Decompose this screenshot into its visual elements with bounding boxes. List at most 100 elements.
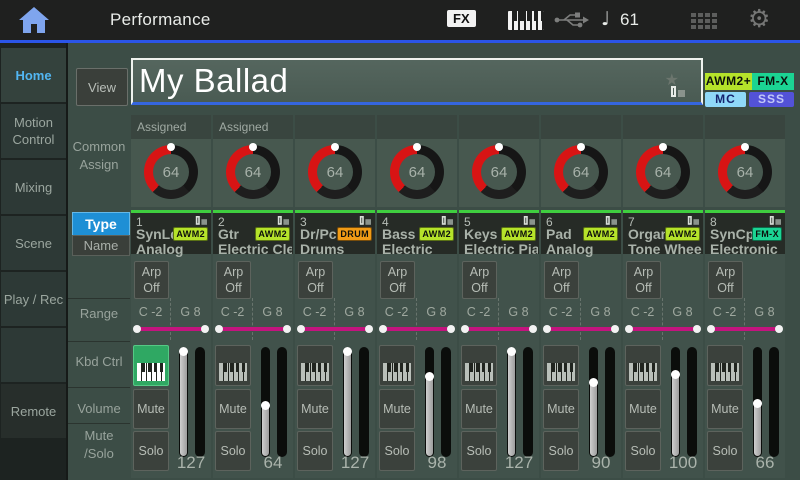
kbd-ctrl-button[interactable] xyxy=(625,345,661,386)
part-header[interactable]: 1 SynLd AWM2 Analog xyxy=(131,210,211,254)
mute-button[interactable]: Mute xyxy=(461,389,497,429)
part-header[interactable]: 3 Dr/Pc DRUM Drums xyxy=(295,210,375,254)
type-button[interactable]: Type xyxy=(72,212,130,235)
solo-button[interactable]: Solo xyxy=(215,431,251,471)
assign-knob[interactable]: 64 xyxy=(636,145,690,199)
range-high-note: G 8 xyxy=(336,305,373,319)
home-icon[interactable] xyxy=(16,5,52,35)
part-arp-button[interactable]: Arp Off xyxy=(708,261,743,299)
solo-button[interactable]: Solo xyxy=(707,431,743,471)
mute-button[interactable]: Mute xyxy=(379,389,415,429)
assign-knob-value: 64 xyxy=(737,164,754,181)
volume-fader-fill xyxy=(672,371,679,456)
mute-button[interactable]: Mute xyxy=(707,389,743,429)
part-header[interactable]: 8 SynCp FM-X Electronic xyxy=(705,210,785,254)
range-slider[interactable] xyxy=(545,327,617,331)
part-header[interactable]: 6 Pad AWM2 Analog xyxy=(541,210,621,254)
volume-fader-fill xyxy=(754,400,761,456)
assign-knob[interactable]: 64 xyxy=(144,145,198,199)
performance-name-field[interactable]: My Ballad ★ xyxy=(131,58,703,105)
part-name-line2: Electric xyxy=(382,241,433,257)
name-button[interactable]: Name xyxy=(72,235,130,256)
part-name-line2: Electronic xyxy=(710,241,778,257)
part-arp-button[interactable]: Arp Off xyxy=(462,261,497,299)
type-name-toggle: Type Name xyxy=(72,212,130,256)
range-low-note: C -2 xyxy=(296,305,333,319)
solo-button[interactable]: Solo xyxy=(461,431,497,471)
range-high-note: G 8 xyxy=(500,305,537,319)
range-slider[interactable] xyxy=(135,327,207,331)
part-name-line2: Drums xyxy=(300,241,344,257)
volume-label: Volume xyxy=(68,400,130,418)
solo-button[interactable]: Solo xyxy=(297,431,333,471)
kbd-ctrl-button[interactable] xyxy=(379,345,415,386)
range-divider xyxy=(252,298,253,340)
sidebar-item-home[interactable]: Home xyxy=(1,48,66,102)
assign-knob-pointer xyxy=(413,143,421,151)
range-slider[interactable] xyxy=(709,327,781,331)
solo-button[interactable]: Solo xyxy=(625,431,661,471)
kbd-ctrl-button[interactable] xyxy=(297,345,333,386)
mute-button[interactable]: Mute xyxy=(543,389,579,429)
assign-knob[interactable]: 64 xyxy=(718,145,772,199)
kbd-ctrl-button[interactable] xyxy=(133,345,169,386)
assign-knob-value: 64 xyxy=(573,164,590,181)
part-arp-button[interactable]: Arp Off xyxy=(380,261,415,299)
sidebar-item-motion-control[interactable]: Motion Control xyxy=(1,104,66,158)
range-slider[interactable] xyxy=(463,327,535,331)
sidebar-item-play-rec[interactable]: Play / Rec xyxy=(1,272,66,326)
volume-fader[interactable] xyxy=(589,347,598,457)
assign-knob-cell: Assigned 64 xyxy=(131,115,211,207)
solo-button[interactable]: Solo xyxy=(133,431,169,471)
kbd-ctrl-button[interactable] xyxy=(543,345,579,386)
part-arp-button[interactable]: Arp Off xyxy=(626,261,661,299)
tempo-value[interactable]: 61 xyxy=(620,10,639,30)
mute-button[interactable]: Mute xyxy=(297,389,333,429)
assign-knob[interactable]: 64 xyxy=(226,145,280,199)
range-slider[interactable] xyxy=(217,327,289,331)
assign-knob[interactable]: 64 xyxy=(390,145,444,199)
quick-setup-grid-icon[interactable] xyxy=(691,13,720,29)
volume-fader[interactable] xyxy=(671,347,680,457)
volume-fader[interactable] xyxy=(753,347,762,457)
part-arp-button[interactable]: Arp Off xyxy=(134,261,169,299)
assign-knob[interactable]: 64 xyxy=(472,145,526,199)
keyboard-icon xyxy=(465,363,493,381)
range-low-note: C -2 xyxy=(542,305,579,319)
part-arp-button[interactable]: Arp Off xyxy=(298,261,333,299)
assign-knob[interactable]: 64 xyxy=(554,145,608,199)
utility-gear-icon[interactable]: ⚙ xyxy=(748,4,770,33)
kbd-ctrl-button[interactable] xyxy=(215,345,251,386)
assign-knob[interactable]: 64 xyxy=(308,145,362,199)
volume-fader-handle xyxy=(753,399,762,408)
sidebar-item-mixing[interactable]: Mixing xyxy=(1,160,66,214)
volume-fader[interactable] xyxy=(261,347,270,457)
volume-fader-handle xyxy=(261,401,270,410)
volume-fader[interactable] xyxy=(179,347,188,457)
part-arp-button[interactable]: Arp Off xyxy=(544,261,579,299)
range-slider[interactable] xyxy=(627,327,699,331)
part-column: 4 Bass AWM2 Electric Arp Off C -2 G 8 Mu… xyxy=(377,210,457,478)
mute-button[interactable]: Mute xyxy=(625,389,661,429)
volume-fader[interactable] xyxy=(425,347,434,457)
sidebar-item-scene[interactable]: Scene xyxy=(1,216,66,270)
part-header[interactable]: 2 Gtr AWM2 Electric Cle xyxy=(213,210,293,254)
kbd-ctrl-button[interactable] xyxy=(461,345,497,386)
mute-button[interactable]: Mute xyxy=(215,389,251,429)
kbd-ctrl-button[interactable] xyxy=(707,345,743,386)
volume-fader[interactable] xyxy=(507,347,516,457)
sidebar-item-remote[interactable]: Remote xyxy=(1,384,66,438)
range-slider[interactable] xyxy=(381,327,453,331)
part-column: 3 Dr/Pc DRUM Drums Arp Off C -2 G 8 Mute… xyxy=(295,210,375,478)
solo-button[interactable]: Solo xyxy=(379,431,415,471)
mute-button[interactable]: Mute xyxy=(133,389,169,429)
part-arp-button[interactable]: Arp Off xyxy=(216,261,251,299)
part-header[interactable]: 4 Bass AWM2 Electric xyxy=(377,210,457,254)
part-header[interactable]: 5 Keys AWM2 Electric Pia xyxy=(459,210,539,254)
volume-fader-fill xyxy=(262,402,269,456)
solo-button[interactable]: Solo xyxy=(543,431,579,471)
view-button[interactable]: View xyxy=(76,68,128,106)
range-slider[interactable] xyxy=(299,327,371,331)
part-header[interactable]: 7 Organ AWM2 Tone Wheel xyxy=(623,210,703,254)
volume-fader[interactable] xyxy=(343,347,352,457)
